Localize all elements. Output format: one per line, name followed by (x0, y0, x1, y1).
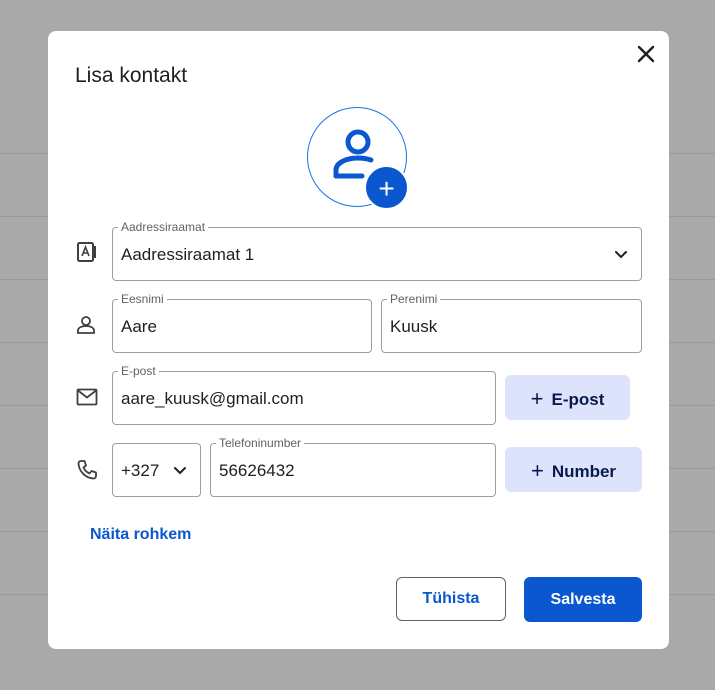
address-book-select[interactable]: Aadressiraamat Aadressiraamat 1 (112, 220, 642, 281)
address-book-icon (76, 241, 96, 268)
plus-icon: + (364, 165, 409, 210)
country-code-select[interactable]: +327 (112, 443, 201, 497)
plus-icon: + (530, 386, 544, 411)
chevron-down-icon (613, 246, 629, 267)
phone-number-label: Telefoninumber (216, 436, 305, 450)
show-more-link[interactable]: Näita rohkem (90, 526, 191, 544)
first-name-label: Eesnimi (118, 292, 167, 306)
address-book-value: Aadressiraamat 1 (121, 245, 255, 264)
phone-number-value: 56626432 (219, 461, 295, 480)
first-name-field[interactable]: Eesnimi Aare (112, 292, 372, 353)
first-name-value: Aare (121, 317, 157, 336)
plus-icon: + (530, 458, 544, 483)
last-name-label: Perenimi (387, 292, 441, 306)
add-email-label: E-post (551, 390, 605, 409)
add-number-button[interactable]: + Number (505, 447, 642, 492)
email-value: aare_kuusk@gmail.com (121, 389, 304, 408)
last-name-value: Kuusk (390, 317, 438, 336)
email-field[interactable]: E-post aare_kuusk@gmail.com (112, 364, 496, 425)
person-icon (76, 315, 96, 340)
mail-icon (76, 388, 98, 411)
email-label: E-post (118, 364, 159, 378)
country-code-value: +327 (121, 461, 160, 480)
last-name-field[interactable]: Perenimi Kuusk (381, 292, 642, 353)
chevron-down-icon (172, 462, 188, 483)
phone-icon (76, 459, 98, 486)
close-icon[interactable] (635, 43, 657, 65)
save-button[interactable]: Salvesta (524, 577, 642, 622)
cancel-button[interactable]: Tühista (396, 577, 506, 621)
add-photo-button[interactable]: + (307, 107, 409, 210)
phone-number-field[interactable]: Telefoninumber 56626432 (210, 436, 496, 497)
dialog-title: Lisa kontakt (75, 64, 188, 87)
address-book-label: Aadressiraamat (118, 220, 209, 234)
add-number-label: Number (551, 462, 617, 481)
add-email-button[interactable]: + E-post (505, 375, 630, 420)
add-contact-dialog: Lisa kontakt + Aadressiraamat Aadressira… (48, 31, 669, 649)
